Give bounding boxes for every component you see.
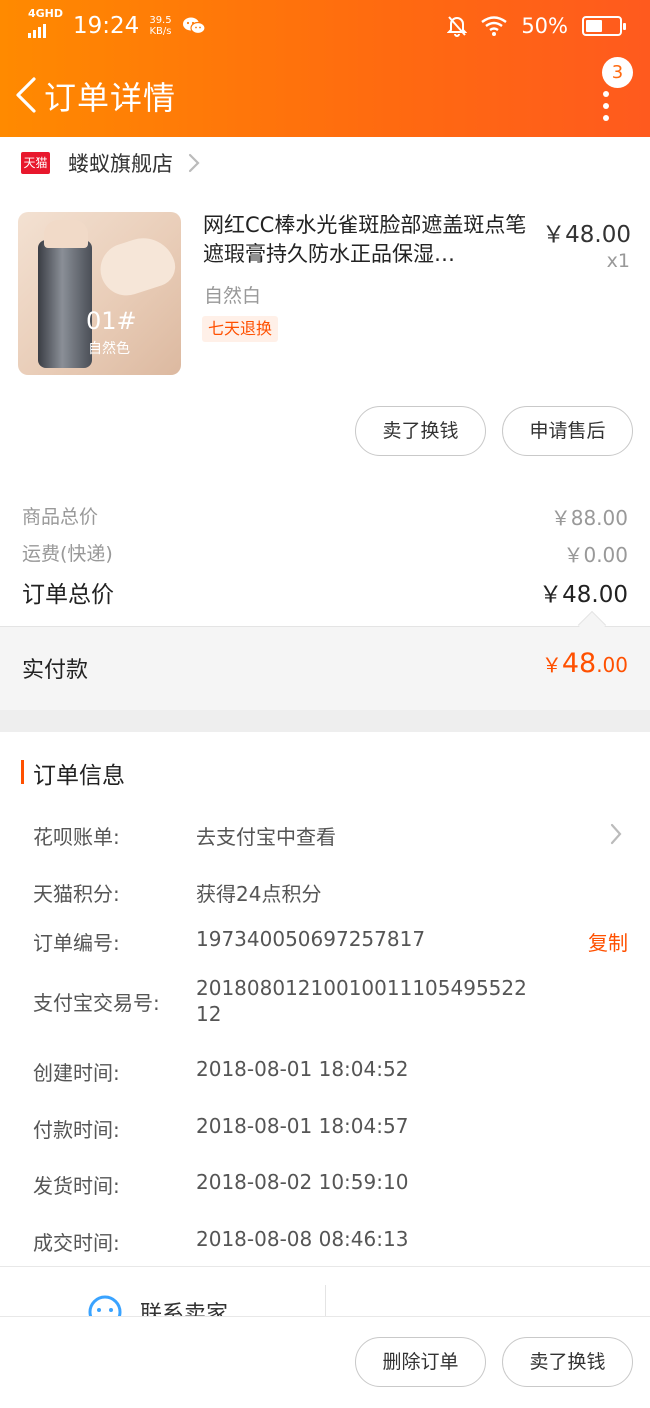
product-spec: 自然白 — [204, 285, 262, 307]
product-quantity: x1 — [606, 250, 630, 272]
alipay-trade-label: 支付宝交易号: — [33, 991, 160, 1015]
contact-divider — [325, 1285, 326, 1316]
paid-time-value: 2018-08-01 18:04:57 — [196, 1114, 409, 1138]
product-cap — [44, 220, 88, 248]
shipping-row: 运费(快递) ￥0.00 — [22, 539, 628, 568]
paid-amount-integer: 48 — [561, 648, 597, 679]
huabei-value[interactable]: 去支付宝中查看 — [196, 821, 336, 850]
tmall-icon: 天猫 — [21, 152, 50, 174]
goods-total-label: 商品总价 — [22, 506, 99, 528]
shipping-value: ￥0.00 — [563, 543, 628, 567]
delete-order-button[interactable]: 删除订单 — [355, 1337, 486, 1387]
section-accent-bar — [21, 760, 24, 784]
paid-amount: ￥48.00 — [542, 648, 628, 679]
return-policy-tag: 七天退换 — [202, 316, 279, 342]
paid-currency: ￥ — [541, 653, 562, 677]
page-title: 订单详情 — [44, 79, 177, 117]
product-title[interactable]: 网红CC棒水光雀斑脸部遮盖斑点笔遮瑕膏持久防水正品保湿… — [203, 211, 533, 269]
status-bar: 4GHD 19:24 39.5 KB/s 50% — [0, 0, 650, 52]
signal-group: 4GHD — [28, 8, 63, 44]
chevron-right-icon[interactable] — [609, 822, 623, 846]
network-speed-unit: KB/s — [149, 26, 172, 37]
wechat-icon — [182, 17, 206, 35]
product-price: ￥48.00 — [542, 222, 631, 248]
order-number-value: 197340050697257817 — [196, 927, 426, 951]
shipped-time-label: 发货时间: — [33, 1174, 120, 1198]
points-value: 获得24点积分 — [196, 882, 322, 906]
paid-label: 实付款 — [22, 658, 89, 683]
copy-button[interactable]: 复制 — [588, 927, 628, 956]
huabei-label: 花呗账单: — [33, 825, 120, 849]
order-info-title: 订单信息 — [33, 763, 125, 789]
notification-badge: 3 — [602, 57, 633, 88]
sell-button[interactable]: 卖了换钱 — [355, 406, 486, 456]
battery-icon — [582, 16, 626, 36]
goods-total-row: 商品总价 ￥88.00 — [22, 502, 628, 531]
chevron-right-icon — [188, 153, 200, 173]
product-stick — [38, 240, 92, 368]
order-total-value: ￥48.00 — [539, 582, 628, 608]
product-swatch — [93, 229, 181, 303]
alipay-trade-value: 20180801210010011105495522 12 — [196, 976, 527, 1026]
more-dots-icon — [603, 91, 609, 127]
section-divider — [0, 710, 650, 732]
sell-for-cash-button[interactable]: 卖了换钱 — [502, 1337, 633, 1387]
navbar: 订单详情 — [0, 55, 650, 135]
contact-area: 联系卖家 — [0, 1266, 650, 1316]
back-arrow-icon[interactable] — [12, 75, 42, 115]
completed-time-value: 2018-08-08 08:46:13 — [196, 1227, 409, 1251]
network-speed-value: 39.5 — [149, 15, 172, 26]
header: 4GHD 19:24 39.5 KB/s 50% 订单详情 3 — [0, 0, 650, 137]
shop-name: 蝼蚁旗舰店 — [68, 152, 173, 176]
created-time-label: 创建时间: — [33, 1061, 120, 1085]
wifi-icon — [481, 16, 508, 36]
paid-amount-decimal: .00 — [596, 653, 628, 677]
product-image[interactable]: 01# 自然色 — [18, 212, 181, 375]
mute-bell-icon — [447, 16, 468, 37]
paid-time-label: 付款时间: — [33, 1118, 120, 1142]
battery-percent: 50% — [521, 14, 568, 38]
order-total-label: 订单总价 — [22, 582, 114, 608]
after-sale-button[interactable]: 申请售后 — [502, 406, 633, 456]
completed-time-label: 成交时间: — [33, 1231, 120, 1255]
product-image-shade: 自然色 — [88, 341, 130, 357]
order-total-row: 订单总价 ￥48.00 — [22, 575, 628, 609]
clock: 19:24 — [73, 13, 140, 39]
shipped-time-value: 2018-08-02 10:59:10 — [196, 1170, 409, 1194]
shipping-label: 运费(快递) — [22, 543, 113, 565]
points-label: 天猫积分: — [33, 882, 120, 906]
product-image-number: 01# — [86, 307, 137, 335]
goods-total-value: ￥88.00 — [550, 506, 628, 530]
battery-level — [586, 20, 602, 32]
signal-icon — [28, 22, 46, 38]
order-number-label: 订单编号: — [33, 931, 120, 955]
network-speed: 39.5 KB/s — [149, 15, 171, 37]
created-time-value: 2018-08-01 18:04:52 — [196, 1057, 409, 1081]
chat-icon[interactable] — [87, 1294, 123, 1316]
network-type: 4GHD — [28, 7, 64, 20]
contact-seller-label[interactable]: 联系卖家 — [140, 1296, 228, 1316]
shop-row[interactable]: 天猫 蝼蚁旗舰店 — [0, 137, 650, 189]
